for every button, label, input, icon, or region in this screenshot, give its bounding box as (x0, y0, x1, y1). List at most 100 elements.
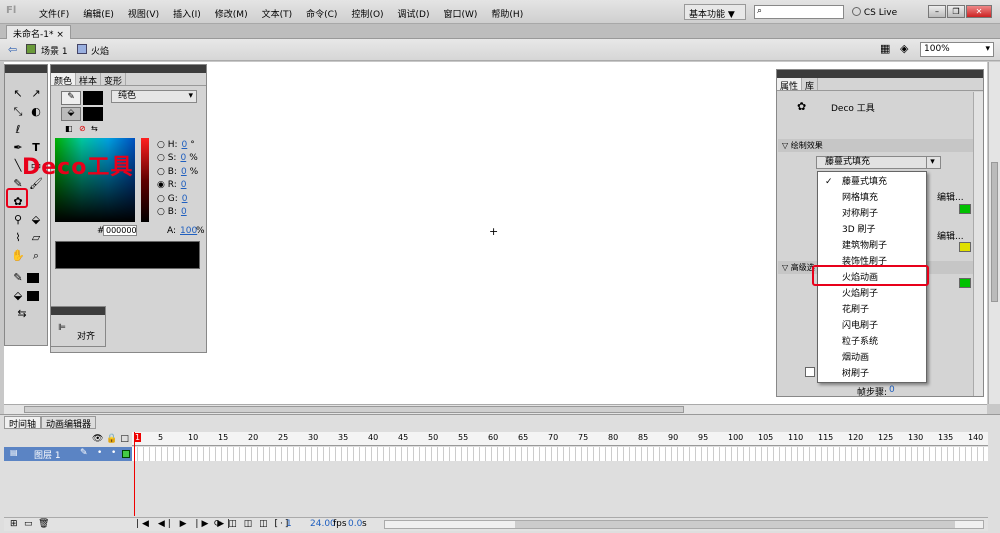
cs-live-button[interactable]: CS Live (852, 7, 897, 18)
stroke-color-icon[interactable]: ✎ (11, 271, 25, 285)
edit-scene-icon[interactable]: ▦ (880, 42, 890, 55)
fill-bucket-icon[interactable]: ⬙ (61, 107, 81, 121)
tab-0[interactable]: 颜色 (51, 73, 77, 87)
menu-item[interactable]: 文件(F) (32, 7, 76, 20)
free-transform-tool-icon[interactable]: ⤡ (11, 105, 25, 119)
panel-title-bar[interactable] (51, 307, 105, 315)
restore-button[interactable]: ❐ (947, 5, 965, 18)
current-frame[interactable]: 1 (286, 519, 292, 529)
new-folder-icon[interactable]: ▭ (24, 519, 33, 529)
zoom-tool-icon[interactable]: ⌕ (29, 249, 43, 263)
radio-button[interactable]: ○ (157, 167, 168, 177)
visible-dot-icon[interactable]: • (97, 448, 102, 458)
new-layer-icon[interactable]: ⊞ (10, 519, 18, 529)
swap-colors-icon[interactable]: ⇆ (91, 124, 98, 133)
fill-type-select[interactable]: 纯色 ▾ (111, 90, 197, 103)
lock-dot-icon[interactable]: • (111, 448, 116, 458)
eraser-tool-icon[interactable]: ▱ (29, 231, 43, 245)
menu-item[interactable]: 窗口(W) (437, 7, 485, 20)
search-input[interactable]: ⌕ (754, 5, 844, 19)
field-value[interactable]: 0 (181, 207, 187, 217)
effect-menu-item[interactable]: 火焰刷子 (818, 286, 926, 302)
stroke-swatch[interactable] (83, 91, 103, 105)
alpha-value[interactable]: 100 (180, 226, 197, 236)
menu-item[interactable]: 文本(T) (255, 7, 300, 20)
playhead[interactable] (134, 432, 135, 516)
layer-name[interactable]: 图层 1 (34, 448, 61, 461)
panel-title-bar[interactable] (5, 65, 47, 73)
edit-button-2[interactable]: 编辑... (937, 229, 964, 242)
effect-menu-item[interactable]: 树刷子 (818, 366, 926, 382)
effect-menu-item[interactable]: 建筑物刷子 (818, 238, 926, 254)
delete-layer-icon[interactable]: 🗑 (38, 519, 49, 529)
eye-icon[interactable]: 👁 (92, 434, 103, 444)
subselection-tool-icon[interactable]: ↗ (29, 87, 43, 101)
bone-tool-icon[interactable]: ⚲ (11, 213, 25, 227)
effect-menu-item[interactable]: 网格填充 (818, 190, 926, 206)
eyedropper-tool-icon[interactable]: ⌇ (11, 231, 25, 245)
outline-icon[interactable]: □ (120, 434, 129, 444)
timeline-tab-0[interactable]: 时间轴 (4, 416, 42, 430)
radio-button[interactable]: ○ (157, 153, 168, 163)
field-value[interactable]: 0 (180, 153, 186, 163)
fill-color-icon[interactable]: ⬙ (11, 289, 25, 303)
panel-title-bar[interactable] (51, 65, 206, 73)
paint-bucket-tool-icon[interactable]: ⬙ (29, 213, 43, 227)
3d-rotation-tool-icon[interactable]: ◐ (29, 105, 43, 119)
align-label[interactable]: 对齐 (77, 329, 95, 342)
checkbox[interactable] (805, 367, 815, 377)
layer-row[interactable]: ▤ 图层 1 ✎ • • (4, 447, 132, 461)
edit-symbol-icon[interactable]: ◈ (900, 42, 908, 55)
swap-colors-icon[interactable]: ⇆ (15, 307, 29, 321)
effect-menu-item[interactable]: 闪电刷子 (818, 318, 926, 334)
frame-step-value[interactable]: 0 (889, 385, 895, 395)
tab-1[interactable]: 库 (802, 78, 819, 92)
color-swatch-green-2[interactable] (959, 278, 971, 288)
fill-color-swatch[interactable] (27, 291, 39, 301)
back-arrow-icon[interactable]: ⇦ (8, 43, 17, 56)
effect-menu-item[interactable]: 3D 刷子 (818, 222, 926, 238)
minimize-button[interactable]: – (928, 5, 946, 18)
zoom-select[interactable]: 100% ▾ (920, 42, 994, 57)
vertical-scrollbar[interactable] (988, 62, 1000, 404)
horizontal-scrollbar[interactable] (4, 404, 987, 414)
document-tab[interactable]: 未命名-1* × (6, 25, 71, 40)
stroke-pencil-icon[interactable]: ✎ (61, 91, 81, 105)
menu-item[interactable]: 插入(I) (166, 7, 208, 20)
selection-tool-icon[interactable]: ↖ (11, 87, 25, 101)
color-swatch-yellow[interactable] (959, 242, 971, 252)
lock-icon[interactable]: 🔒 (106, 434, 117, 444)
effect-menu-item[interactable]: 对称刷子 (818, 206, 926, 222)
fps-value[interactable]: 24.00 (310, 519, 336, 529)
lasso-tool-icon[interactable]: ℓ (11, 123, 25, 137)
effect-menu-item[interactable]: 烟动画 (818, 350, 926, 366)
effect-menu-item[interactable]: ✓ 藤蔓式填充 (818, 174, 926, 190)
radio-button[interactable]: ○ (157, 207, 168, 217)
radio-button[interactable]: ○ (157, 194, 168, 204)
menu-item[interactable]: 控制(O) (344, 7, 390, 20)
stroke-color-swatch[interactable] (27, 273, 39, 283)
brightness-slider[interactable] (141, 138, 149, 222)
color-swatch-green-1[interactable] (959, 204, 971, 214)
hex-input[interactable]: 000000 (103, 225, 137, 236)
timeline-hscroll[interactable] (384, 520, 984, 529)
edit-button-1[interactable]: 编辑... (937, 190, 964, 203)
tab-0[interactable]: 属性 (777, 78, 803, 92)
timeline-ruler[interactable]: 1 5 10 15 20 25 30 35 40 45 50 55 60 65 70 75 80 85 90 95 10… (132, 432, 988, 446)
field-value[interactable]: 0 (181, 167, 187, 177)
radio-button[interactable]: ◉ (157, 180, 168, 190)
effect-menu-item[interactable]: 花刷子 (818, 302, 926, 318)
effect-dropdown[interactable]: 藤蔓式填充 ▾ (816, 156, 941, 169)
hand-tool-icon[interactable]: ✋ (11, 249, 25, 263)
field-value[interactable]: 0 (182, 194, 188, 204)
effect-menu-item[interactable]: 粒子系统 (818, 334, 926, 350)
field-value[interactable]: 0 (182, 140, 188, 150)
menu-item[interactable]: 调试(D) (391, 7, 437, 20)
align-icon[interactable]: ⊫ (58, 323, 66, 333)
fill-swatch[interactable] (83, 107, 103, 121)
menu-item[interactable]: 视图(V) (121, 7, 166, 20)
onion-skin-icons[interactable]: ⟳ ◫ ◫ ◫ [·] (214, 519, 290, 529)
tab-2[interactable]: 变形 (101, 73, 127, 87)
frame-grid[interactable] (132, 447, 988, 461)
menu-item[interactable]: 编辑(E) (76, 7, 121, 20)
